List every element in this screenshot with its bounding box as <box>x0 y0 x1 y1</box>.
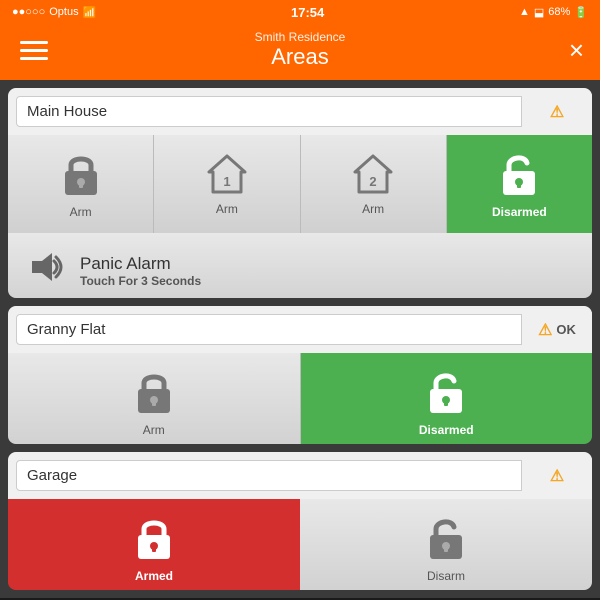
time-label: 17:54 <box>291 5 324 20</box>
warning-icon-garage: ⚠ <box>550 466 564 486</box>
header-title-block: Smith Residence Areas <box>52 30 548 70</box>
ok-text-granny-flat: OK <box>556 322 576 337</box>
armed-button-garage[interactable]: Armed <box>8 499 300 590</box>
arm-label: Arm <box>70 205 92 219</box>
menu-button[interactable] <box>16 37 52 64</box>
wifi-icon: 📶 <box>83 6 97 19</box>
lock-icon-granny-arm <box>132 367 176 417</box>
area-name-granny-flat: Granny Flat <box>16 314 522 345</box>
buttons-row-garage: Armed Disarm <box>8 499 592 590</box>
arm-button-granny-flat[interactable]: Arm <box>8 353 301 444</box>
speaker-icon <box>24 247 64 295</box>
svg-text:1: 1 <box>223 174 230 189</box>
bluetooth-icon: ⬓ <box>534 6 544 19</box>
area-card-garage: Garage ⚠ Armed <box>8 452 592 590</box>
area-header-garage: Garage ⚠ <box>8 452 592 499</box>
hamburger-line-3 <box>20 57 48 60</box>
warning-icon-granny-flat: ⚠ <box>538 320 552 340</box>
battery-label: 68% <box>548 6 570 18</box>
scroll-area: Main House ⚠ Arm 1 <box>0 80 600 598</box>
battery-icon: 🔋 <box>574 6 588 19</box>
status-right: ▲ ⬓ 68% 🔋 <box>519 6 588 19</box>
hamburger-line-2 <box>20 49 48 52</box>
disarm-label-garage: Disarm <box>427 569 465 583</box>
open-lock-icon-disarmed <box>497 149 541 199</box>
app-header: Smith Residence Areas × <box>0 24 600 80</box>
buttons-row-main-house: Arm 1 Arm 2 Arm <box>8 135 592 233</box>
arm2-button-main-house[interactable]: 2 Arm <box>301 135 447 233</box>
status-left: ●●○○○ Optus 📶 <box>12 6 96 19</box>
panic-text-block: Panic Alarm Touch For 3 Seconds <box>80 254 576 288</box>
area-status-granny-flat: ⚠ OK <box>522 312 592 348</box>
disarmed-label-granny: Disarmed <box>419 423 474 437</box>
close-button[interactable]: × <box>548 35 584 66</box>
panic-subtitle: Touch For 3 Seconds <box>80 274 576 288</box>
open-lock-icon-disarm-garage <box>424 513 468 563</box>
svg-text:2: 2 <box>370 174 377 189</box>
header-subtitle: Smith Residence <box>52 30 548 44</box>
header-title: Areas <box>52 44 548 70</box>
status-bar: ●●○○○ Optus 📶 17:54 ▲ ⬓ 68% 🔋 <box>0 0 600 24</box>
panic-alarm-button[interactable]: Panic Alarm Touch For 3 Seconds <box>8 233 592 298</box>
disarmed-label: Disarmed <box>492 205 547 219</box>
buttons-row-granny-flat: Arm Disarmed <box>8 353 592 444</box>
area-header-main-house: Main House ⚠ <box>8 88 592 135</box>
warning-icon-main-house: ⚠ <box>550 102 564 122</box>
disarmed-button-main-house[interactable]: Disarmed <box>447 135 592 233</box>
house2-icon: 2 <box>351 152 395 196</box>
arm2-label: Arm <box>362 202 384 216</box>
signal-dots: ●●○○○ <box>12 6 45 18</box>
house1-icon: 1 <box>205 152 249 196</box>
area-status-garage: ⚠ <box>522 458 592 494</box>
lock-icon-arm <box>59 149 103 199</box>
disarmed-button-granny-flat[interactable]: Disarmed <box>301 353 593 444</box>
area-card-main-house: Main House ⚠ Arm 1 <box>8 88 592 298</box>
area-status-main-house: ⚠ <box>522 94 592 130</box>
area-name-garage: Garage <box>16 460 522 491</box>
area-name-main-house: Main House <box>16 96 522 127</box>
panic-title: Panic Alarm <box>80 254 576 274</box>
area-card-granny-flat: Granny Flat ⚠ OK Arm <box>8 306 592 444</box>
location-icon: ▲ <box>519 6 530 18</box>
arm-label-granny: Arm <box>143 423 165 437</box>
armed-label-garage: Armed <box>135 569 173 583</box>
area-header-granny-flat: Granny Flat ⚠ OK <box>8 306 592 353</box>
open-lock-icon-granny <box>424 367 468 417</box>
arm-button-main-house[interactable]: Arm <box>8 135 154 233</box>
disarm-button-garage[interactable]: Disarm <box>300 499 592 590</box>
arm1-label: Arm <box>216 202 238 216</box>
hamburger-line-1 <box>20 41 48 44</box>
carrier-label: Optus <box>49 6 78 18</box>
lock-icon-armed-garage <box>132 513 176 563</box>
arm1-button-main-house[interactable]: 1 Arm <box>154 135 300 233</box>
